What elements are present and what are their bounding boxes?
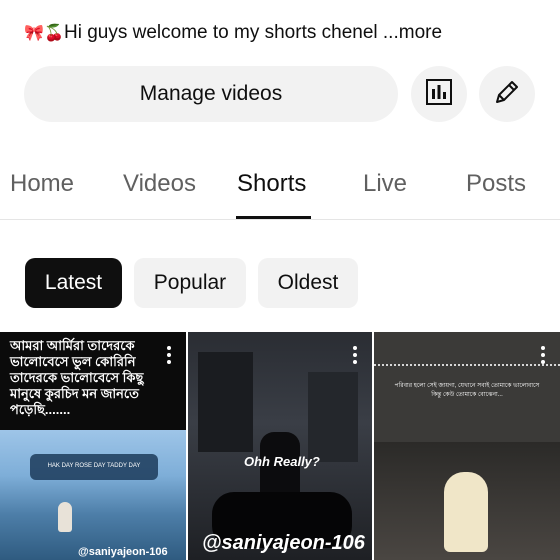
ribbon-emoji: 🎀 xyxy=(24,25,44,42)
channel-description[interactable]: 🎀🍒Hi guys welcome to my shorts chenel ..… xyxy=(24,22,442,44)
short-subcaption: HAK DAY ROSE DAY TADDY DAY xyxy=(47,463,141,469)
pencil-icon xyxy=(492,77,522,112)
channel-tabs: Home Videos Shorts Live Posts xyxy=(0,158,560,220)
more-options-icon[interactable] xyxy=(352,346,358,368)
person-figure xyxy=(58,502,72,532)
short-caption: Ohh Really? xyxy=(244,454,320,469)
sea-image xyxy=(0,430,186,560)
building-left xyxy=(198,352,253,452)
short-watermark: @saniyajeon-106 xyxy=(78,546,168,558)
building-right xyxy=(308,372,358,462)
tab-live[interactable]: Live xyxy=(363,170,407,198)
more-options-icon[interactable] xyxy=(540,346,546,368)
more-link[interactable]: ...more xyxy=(383,22,442,43)
edit-button[interactable] xyxy=(479,66,535,122)
analytics-button[interactable] xyxy=(411,66,467,122)
person-figure xyxy=(444,472,488,552)
short-thumbnail-1[interactable]: আমরা আর্মিরা তাদেরকে ভালোবেসে ভুল কোরিনি… xyxy=(0,332,186,560)
short-caption: পরিবার হলো সেই জায়গা, যেখানে সবাই তোমাক… xyxy=(394,383,540,398)
filter-chip-oldest[interactable]: Oldest xyxy=(258,258,358,308)
filter-chip-popular[interactable]: Popular xyxy=(134,258,246,308)
tab-posts[interactable]: Posts xyxy=(466,170,526,198)
short-watermark: @saniyajeon-106 xyxy=(202,532,365,554)
short-caption: আমরা আর্মিরা তাদেরকে ভালোবেসে ভুল কোরিনি… xyxy=(10,338,144,417)
divider-dots xyxy=(374,364,560,366)
filter-chip-latest[interactable]: Latest xyxy=(25,258,122,308)
short-thumbnail-3[interactable]: পরিবার হলো সেই জায়গা, যেখানে সবাই তোমাক… xyxy=(374,332,560,560)
cherry-emoji: 🍒 xyxy=(44,25,64,42)
active-tab-indicator xyxy=(236,216,311,219)
short-thumbnail-2[interactable]: Ohh Really? @saniyajeon-106 xyxy=(188,332,372,560)
bar-chart-icon xyxy=(425,78,453,111)
tab-shorts[interactable]: Shorts xyxy=(237,170,306,198)
manage-videos-button[interactable]: Manage videos xyxy=(24,66,398,122)
tab-home[interactable]: Home xyxy=(10,170,74,198)
more-options-icon[interactable] xyxy=(166,346,172,368)
description-text: Hi guys welcome to my shorts chenel xyxy=(64,22,378,43)
tab-videos[interactable]: Videos xyxy=(123,170,196,198)
